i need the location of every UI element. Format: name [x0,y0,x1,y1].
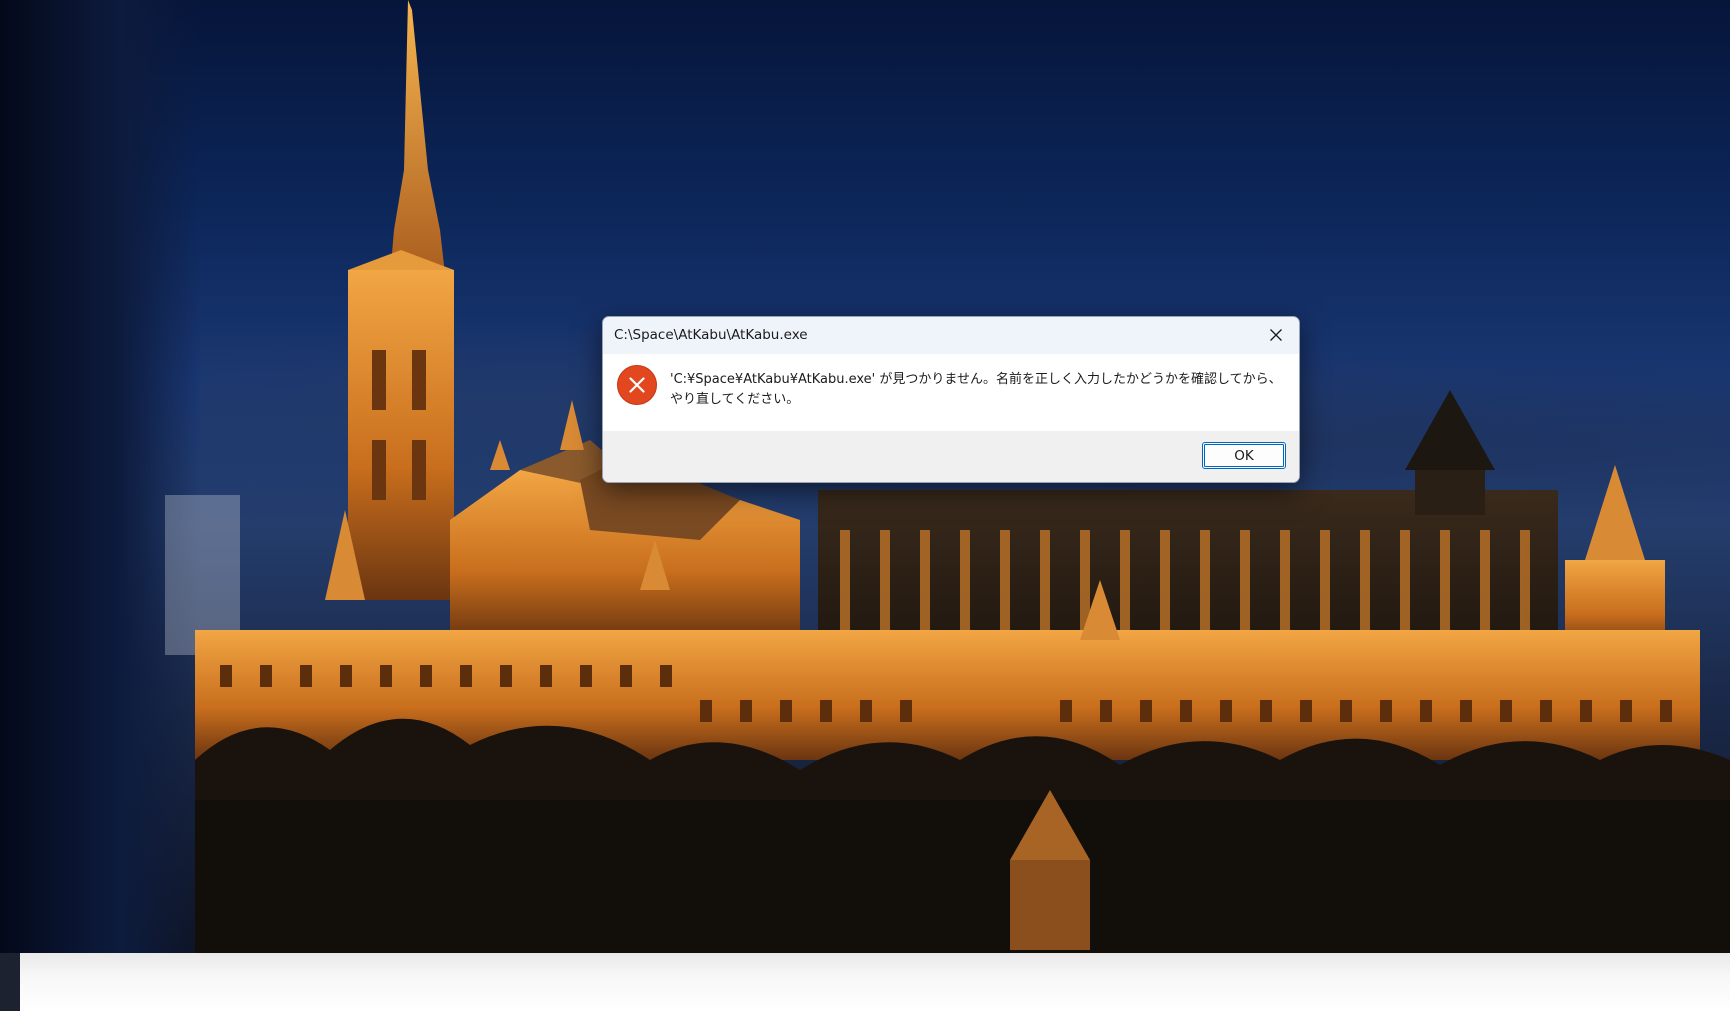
desktop: C:\Space\AtKabu\AtKabu.exe 'C:¥Space¥AtK… [0,0,1730,1011]
dialog-footer: OK [603,431,1299,482]
dialog-titlebar[interactable]: C:\Space\AtKabu\AtKabu.exe [603,317,1299,354]
error-message: 'C:¥Space¥AtKabu¥AtKabu.exe' が見つかりません。名前… [670,372,1282,407]
taskbar-area [20,953,1730,1011]
ok-button[interactable]: OK [1202,442,1286,469]
dialog-title: C:\Space\AtKabu\AtKabu.exe [614,327,808,343]
close-button[interactable] [1253,317,1299,353]
dialog-content: 'C:¥Space¥AtKabu¥AtKabu.exe' が見つかりません。名前… [603,354,1299,431]
close-icon [1270,329,1282,341]
error-icon [617,365,657,405]
wallpaper-edge [0,953,20,1011]
error-dialog: C:\Space\AtKabu\AtKabu.exe 'C:¥Space¥AtK… [602,316,1300,483]
night-castle-wallpaper [165,0,1730,953]
